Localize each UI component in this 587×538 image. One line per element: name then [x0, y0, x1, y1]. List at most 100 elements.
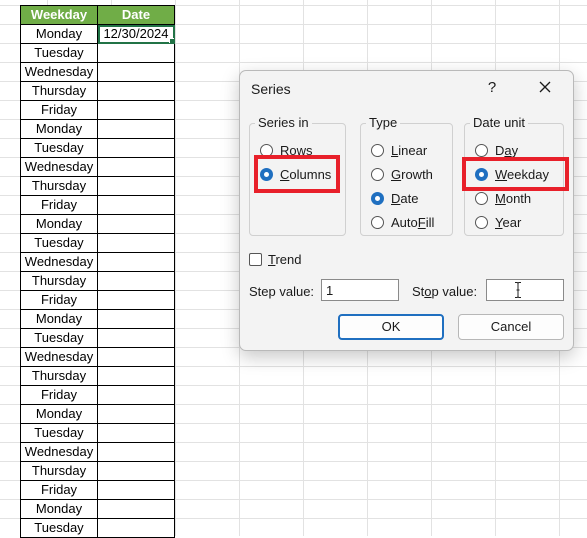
radio-year[interactable]: Year	[475, 213, 521, 231]
radio-growth[interactable]: Growth	[371, 165, 433, 183]
radio-date[interactable]: Date	[371, 189, 418, 207]
radio-button-selected[interactable]	[475, 167, 488, 181]
date-cell[interactable]	[97, 214, 175, 234]
weekday-cell[interactable]: Thursday	[20, 271, 98, 291]
fill-handle[interactable]	[169, 38, 174, 43]
weekday-cell[interactable]: Tuesday	[20, 233, 98, 253]
table-row: Thursday	[20, 366, 175, 386]
table-row: Wednesday	[20, 442, 175, 462]
weekday-cell[interactable]: Wednesday	[20, 62, 98, 82]
radio-linear[interactable]: Linear	[371, 141, 427, 159]
step-value-input[interactable]	[321, 279, 399, 301]
weekday-cell[interactable]: Friday	[20, 480, 98, 500]
weekday-cell[interactable]: Monday	[20, 404, 98, 424]
date-cell[interactable]	[97, 366, 175, 386]
radio-button[interactable]	[475, 191, 488, 205]
stop-value-input[interactable]	[486, 279, 564, 301]
date-cell[interactable]	[97, 157, 175, 177]
stop-rest: p value:	[431, 284, 478, 299]
weekday-cell[interactable]: Tuesday	[20, 328, 98, 348]
radio-month-label: Month	[495, 191, 531, 206]
ok-button[interactable]: OK	[338, 314, 444, 340]
weekday-cell[interactable]: Wednesday	[20, 252, 98, 272]
date-cell[interactable]	[97, 233, 175, 253]
radio-button[interactable]	[475, 215, 488, 229]
cancel-button[interactable]: Cancel	[458, 314, 564, 340]
date-cell[interactable]	[97, 499, 175, 519]
date-cell[interactable]	[97, 138, 175, 158]
weekday-cell[interactable]: Friday	[20, 195, 98, 215]
date-cell[interactable]	[97, 100, 175, 120]
radio-weekday-label: Weekday	[495, 167, 549, 182]
radio-month-accel: M	[495, 190, 506, 206]
radio-button[interactable]	[371, 143, 384, 157]
weekday-cell[interactable]: Friday	[20, 290, 98, 310]
weekday-cell[interactable]: Monday	[20, 499, 98, 519]
series-in-label: Series in	[255, 116, 312, 130]
date-cell[interactable]	[97, 480, 175, 500]
date-cell[interactable]: 12/30/2024	[97, 24, 175, 44]
radio-growth-rest: rowth	[401, 166, 433, 182]
weekday-cell[interactable]: Wednesday	[20, 347, 98, 367]
radio-button[interactable]	[371, 215, 384, 229]
header-date[interactable]: Date	[97, 5, 175, 25]
date-cell[interactable]	[97, 290, 175, 310]
weekday-cell[interactable]: Wednesday	[20, 442, 98, 462]
close-button[interactable]	[536, 78, 554, 98]
radio-day-accel: a	[504, 142, 512, 158]
weekday-cell[interactable]: Tuesday	[20, 518, 98, 538]
date-cell[interactable]	[97, 423, 175, 443]
weekday-cell[interactable]: Thursday	[20, 366, 98, 386]
weekday-cell[interactable]: Thursday	[20, 176, 98, 196]
weekday-cell[interactable]: Thursday	[20, 461, 98, 481]
weekday-cell[interactable]: Friday	[20, 385, 98, 405]
date-cell[interactable]	[97, 43, 175, 63]
date-cell[interactable]	[97, 271, 175, 291]
radio-rows[interactable]: Rows	[260, 141, 313, 159]
table-row: Friday	[20, 290, 175, 310]
help-button[interactable]: ?	[484, 78, 500, 98]
date-cell[interactable]	[97, 81, 175, 101]
radio-day[interactable]: Day	[475, 141, 518, 159]
header-weekday[interactable]: Weekday	[20, 5, 98, 25]
radio-autofill[interactable]: AutoFill	[371, 213, 434, 231]
table-row: Tuesday	[20, 518, 175, 538]
radio-columns[interactable]: Columns	[260, 165, 331, 183]
date-cell[interactable]	[97, 385, 175, 405]
date-cell[interactable]	[97, 119, 175, 139]
table-row: Wednesday	[20, 62, 175, 82]
date-cell[interactable]	[97, 347, 175, 367]
radio-button[interactable]	[260, 143, 273, 157]
radio-button-selected[interactable]	[371, 191, 384, 205]
date-cell[interactable]	[97, 461, 175, 481]
radio-button[interactable]	[371, 167, 384, 181]
date-cell[interactable]	[97, 62, 175, 82]
radio-button[interactable]	[475, 143, 488, 157]
weekday-cell[interactable]: Tuesday	[20, 138, 98, 158]
date-cell[interactable]	[97, 442, 175, 462]
radio-button-selected[interactable]	[260, 167, 273, 181]
radio-weekday[interactable]: Weekday	[475, 165, 549, 183]
weekday-cell[interactable]: Monday	[20, 214, 98, 234]
weekday-cell[interactable]: Tuesday	[20, 43, 98, 63]
radio-linear-label: Linear	[391, 143, 427, 158]
date-cell[interactable]	[97, 404, 175, 424]
date-cell[interactable]	[97, 195, 175, 215]
weekday-cell[interactable]: Tuesday	[20, 423, 98, 443]
date-cell-value: 12/30/2024	[103, 26, 169, 41]
weekday-cell[interactable]: Thursday	[20, 81, 98, 101]
checkbox-box[interactable]	[249, 252, 262, 266]
date-cell[interactable]	[97, 309, 175, 329]
weekday-cell[interactable]: Friday	[20, 100, 98, 120]
date-cell[interactable]	[97, 328, 175, 348]
weekday-cell[interactable]: Monday	[20, 119, 98, 139]
weekday-cell[interactable]: Wednesday	[20, 157, 98, 177]
date-cell[interactable]	[97, 518, 175, 538]
radio-month[interactable]: Month	[475, 189, 531, 207]
date-cell[interactable]	[97, 176, 175, 196]
step-value-label: Step value:	[249, 284, 315, 299]
date-cell[interactable]	[97, 252, 175, 272]
weekday-cell[interactable]: Monday	[20, 309, 98, 329]
weekday-cell[interactable]: Monday	[20, 24, 98, 44]
trend-checkbox[interactable]: Trend	[249, 250, 302, 268]
